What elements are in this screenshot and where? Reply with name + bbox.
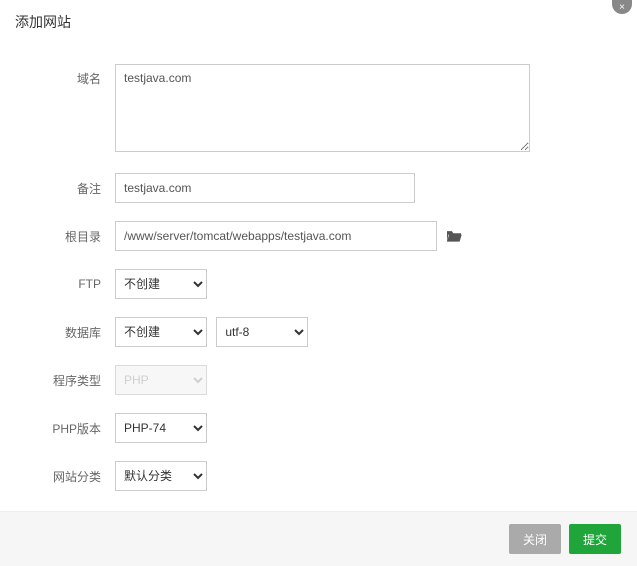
submit-button[interactable]: 提交 bbox=[569, 524, 621, 554]
label-root: 根目录 bbox=[30, 228, 115, 245]
row-remark: 备注 bbox=[30, 173, 607, 203]
dialog-footer: 关闭 提交 bbox=[0, 511, 637, 566]
dialog-title: 添加网站 bbox=[0, 0, 637, 44]
row-database: 数据库 不创建 utf-8 bbox=[30, 317, 607, 347]
cancel-button[interactable]: 关闭 bbox=[509, 524, 561, 554]
row-site-category: 网站分类 默认分类 bbox=[30, 461, 607, 491]
ftp-select[interactable]: 不创建 bbox=[115, 269, 207, 299]
label-database: 数据库 bbox=[30, 324, 115, 341]
domain-textarea[interactable]: testjava.com bbox=[115, 64, 530, 152]
label-php-version: PHP版本 bbox=[30, 420, 115, 437]
remark-input[interactable] bbox=[115, 173, 415, 203]
row-program-type: 程序类型 PHP bbox=[30, 365, 607, 395]
label-ftp: FTP bbox=[30, 277, 115, 291]
label-domain: 域名 bbox=[30, 64, 115, 87]
label-site-category: 网站分类 bbox=[30, 468, 115, 485]
root-input[interactable] bbox=[115, 221, 437, 251]
folder-open-icon[interactable] bbox=[445, 229, 463, 243]
row-ftp: FTP 不创建 bbox=[30, 269, 607, 299]
row-php-version: PHP版本 PHP-74 bbox=[30, 413, 607, 443]
site-category-select[interactable]: 默认分类 bbox=[115, 461, 207, 491]
label-remark: 备注 bbox=[30, 180, 115, 197]
database-select[interactable]: 不创建 bbox=[115, 317, 207, 347]
program-type-select: PHP bbox=[115, 365, 207, 395]
label-program-type: 程序类型 bbox=[30, 372, 115, 389]
row-root: 根目录 bbox=[30, 221, 607, 251]
form-body: 域名 testjava.com 备注 根目录 FTP 不创建 数据库 bbox=[0, 44, 637, 529]
charset-select[interactable]: utf-8 bbox=[216, 317, 308, 347]
row-domain: 域名 testjava.com bbox=[30, 64, 607, 155]
php-version-select[interactable]: PHP-74 bbox=[115, 413, 207, 443]
